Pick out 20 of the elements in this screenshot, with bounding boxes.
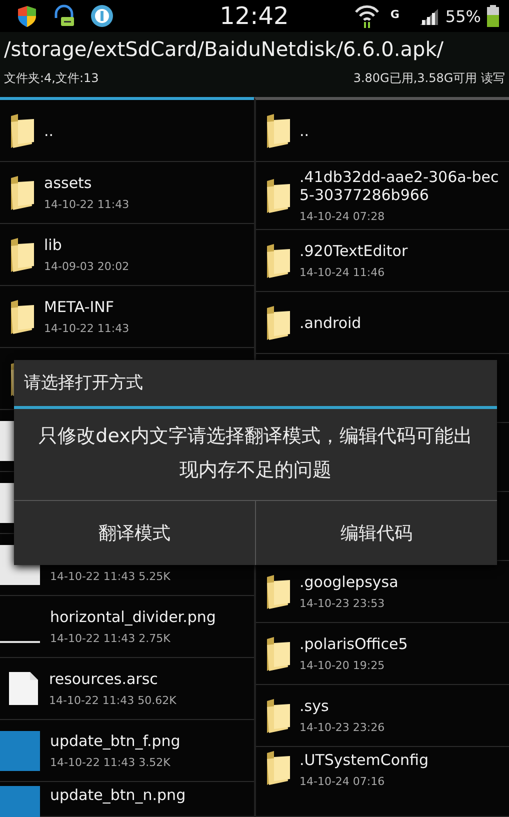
file-date: 14-10-22 11:43 50.62K	[49, 694, 176, 707]
file-date: 14-10-24 07:28	[300, 210, 386, 223]
file-date: 14-10-22 11:43 3.52K	[50, 756, 172, 769]
file-date: 14-10-22 11:43 2.75K	[50, 632, 172, 645]
battery-percent: 55%	[445, 6, 481, 26]
file-date: 14-10-23 23:26	[300, 721, 385, 734]
folder-file-count: 文件夹:4,文件:13	[4, 70, 99, 87]
file-date: 14-09-03 20:02	[44, 260, 130, 273]
dialog-title: 请选择打开方式	[14, 360, 497, 409]
file-date: 14-10-23 23:53	[300, 597, 386, 610]
file-date: 14-10-24 11:46	[300, 266, 386, 279]
clock: 12:42	[220, 2, 289, 30]
file-date: 14-10-24 07:16	[300, 775, 386, 788]
file-date: 14-10-22 11:43 5.25K	[50, 570, 170, 583]
file-date: 14-10-22 11:43	[44, 322, 130, 335]
network-type: G	[390, 8, 400, 20]
file-date: 14-10-20 19:25	[300, 659, 386, 672]
path-text: /storage/extSdCard/BaiduNetdisk/6.6.0.apk/	[4, 36, 445, 63]
storage-info: 3.80G已用,3.58G可用 读写	[353, 70, 505, 87]
file-date: 14-10-22 11:43	[44, 198, 130, 211]
